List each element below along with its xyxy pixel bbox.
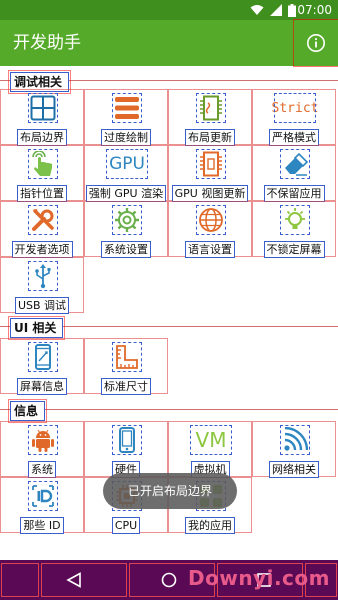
usb-icon [28, 261, 58, 291]
wifi-icon [280, 425, 310, 455]
watermark: Downyi.com [188, 566, 330, 590]
tile-label: 不保留应用 [263, 185, 325, 202]
tile-standard-size[interactable]: 标准尺寸 [84, 338, 168, 395]
ruler-icon [112, 342, 142, 372]
tile-usb-debugging[interactable]: USB 调试 [0, 257, 84, 314]
gear-icon [112, 205, 142, 235]
vm-icon: VM [190, 425, 232, 455]
gpu-view-icon [196, 149, 226, 179]
tile-those-ids[interactable]: 那些 ID [0, 477, 84, 534]
tile-label: CPU [111, 517, 141, 534]
tile-label: 布局更新 [185, 129, 235, 146]
tile-hardware[interactable]: 硬件 [84, 421, 168, 478]
tile-stay-awake[interactable]: 不锁定屏幕 [252, 201, 336, 258]
android-icon [28, 425, 58, 455]
gpu-icon: GPU [106, 149, 148, 179]
tile-developer-options[interactable]: 开发者选项 [0, 201, 84, 258]
tile-label: 过度绘制 [101, 129, 151, 146]
section-info: 信息 [7, 399, 48, 423]
tile-label: 布局边界 [17, 129, 67, 146]
wifi-status-icon [250, 5, 264, 15]
tile-network[interactable]: 网络相关 [252, 421, 336, 478]
menu-lines-icon [112, 93, 142, 123]
info-icon [307, 34, 325, 52]
tile-dont-keep-activities[interactable]: 不保留应用 [252, 145, 336, 202]
globe-icon [196, 205, 226, 235]
battery-icon [288, 3, 296, 17]
tile-label: 那些 ID [20, 517, 64, 534]
app-bar: 开发助手 [0, 19, 338, 67]
back-button[interactable] [46, 560, 102, 600]
tile-strict-mode[interactable]: Strict 严格模式 [252, 89, 336, 146]
tile-label: GPU 视图更新 [171, 185, 249, 202]
phone-icon [28, 342, 58, 372]
tile-system-settings[interactable]: 系统设置 [84, 201, 168, 258]
tile-label: 语言设置 [185, 241, 235, 258]
info-button[interactable] [293, 19, 338, 67]
tile-pointer-location[interactable]: 指针位置 [0, 145, 84, 202]
signal-icon [270, 4, 282, 16]
tile-label: 标准尺寸 [101, 378, 151, 395]
tile-gpu-view-update[interactable]: GPU 视图更新 [168, 145, 252, 202]
section-ui: UI 相关 [7, 316, 66, 340]
strict-icon: Strict [272, 93, 318, 123]
home-icon [161, 572, 177, 588]
toast: 已开启布局边界 [103, 473, 237, 509]
tile-system[interactable]: 系统 [0, 421, 84, 478]
tile-layout-update[interactable]: 布局更新 [168, 89, 252, 146]
tile-overdraw[interactable]: 过度绘制 [84, 89, 168, 146]
app-title: 开发助手 [13, 33, 81, 53]
eraser-icon [280, 149, 310, 179]
tile-screen-info[interactable]: 屏幕信息 [0, 338, 84, 395]
back-icon [66, 572, 81, 588]
tile-label: 开发者选项 [11, 241, 73, 258]
status-bar: 07:00 [0, 0, 338, 20]
pointer-icon [28, 149, 58, 179]
tile-label: 网络相关 [269, 461, 319, 478]
status-time: 07:00 [297, 3, 332, 17]
tile-layout-bounds[interactable]: 布局边界 [0, 89, 84, 146]
layout-icon [28, 93, 58, 123]
tile-label: 系统 [28, 461, 56, 478]
tile-label: 系统设置 [101, 241, 151, 258]
tile-label: 不锁定屏幕 [263, 241, 325, 258]
tile-label: 指针位置 [17, 185, 67, 202]
tile-label: 强制 GPU 渲染 [85, 185, 167, 202]
id-icon [28, 481, 58, 511]
tile-label: USB 调试 [14, 297, 70, 314]
tile-virtual-machine[interactable]: VM 虚拟机 [168, 421, 252, 478]
tile-label: 严格模式 [269, 129, 319, 146]
tile-label: 我的应用 [185, 517, 235, 534]
tile-language-settings[interactable]: 语言设置 [168, 201, 252, 258]
layout-update-icon [196, 93, 226, 123]
tile-force-gpu[interactable]: GPU 强制 GPU 渲染 [84, 145, 168, 202]
bulb-icon [280, 205, 310, 235]
tools-icon [28, 205, 58, 235]
tile-label: 屏幕信息 [17, 378, 67, 395]
device-icon [112, 425, 142, 455]
